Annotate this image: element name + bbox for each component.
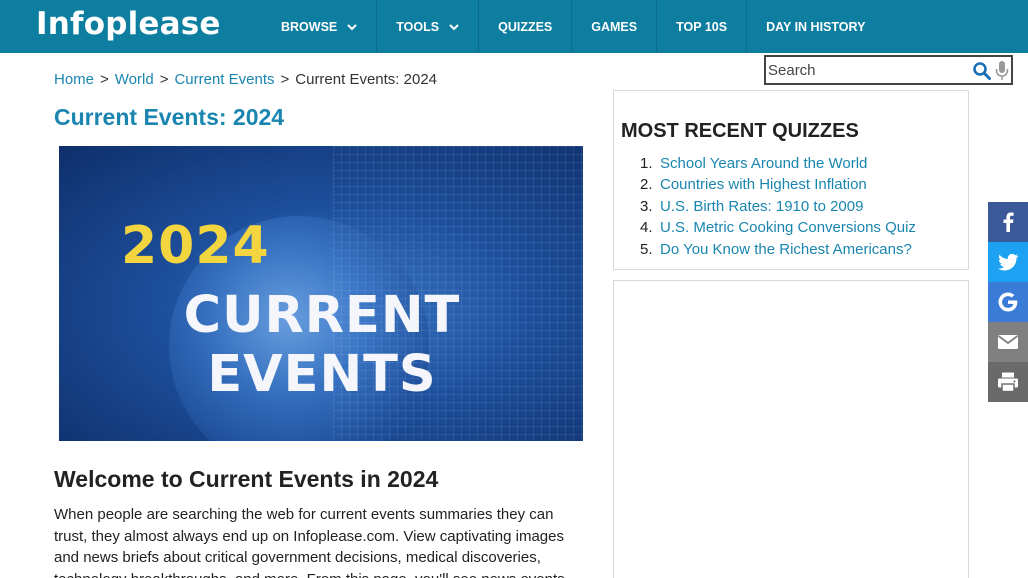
nav-top-10s-label: TOP 10S <box>676 19 728 34</box>
search-input[interactable] <box>768 59 960 81</box>
list-item: 1. School Years Around the World <box>640 153 916 174</box>
hero-headline: CURRENT EVENTS <box>183 286 461 404</box>
chevron-down-icon <box>347 23 357 30</box>
main-nav: BROWSE TOOLS QUIZZES GAMES TOP 10S DAY I… <box>262 0 884 53</box>
page-title: Current Events: 2024 <box>54 104 285 130</box>
quiz-number: 1. <box>640 155 653 172</box>
nav-tools-label: TOOLS <box>396 19 440 34</box>
nav-browse[interactable]: BROWSE <box>262 0 378 53</box>
ad-slot <box>613 280 969 578</box>
quiz-link[interactable]: Do You Know the Richest Americans? <box>660 241 912 258</box>
quiz-number: 3. <box>640 197 653 215</box>
breadcrumb-separator: > <box>100 71 109 88</box>
google-icon <box>998 292 1018 312</box>
magnifier-icon[interactable] <box>972 61 992 81</box>
nav-day-in-history[interactable]: DAY IN HISTORY <box>747 0 884 53</box>
quiz-link[interactable]: U.S. Birth Rates: 1910 to 2009 <box>660 198 863 215</box>
intro-paragraph: When people are searching the web for cu… <box>54 506 565 578</box>
email-icon <box>997 335 1019 349</box>
breadcrumb-home[interactable]: Home <box>54 71 94 88</box>
quiz-link[interactable]: Countries with Highest Inflation <box>660 176 867 193</box>
section-heading: Welcome to Current Events in 2024 <box>54 466 439 492</box>
facebook-icon <box>1003 212 1014 232</box>
list-item: 2. Countries with Highest Inflation <box>640 174 916 195</box>
share-bar <box>988 202 1028 402</box>
quiz-number: 4. <box>640 219 653 237</box>
site-header: Infoplease BROWSE TOOLS QUIZZES GAMES TO… <box>0 0 1028 53</box>
hero-image: 2024 CURRENT EVENTS <box>59 146 583 441</box>
recent-quizzes-heading: MOST RECENT QUIZZES <box>621 120 859 142</box>
share-google-button[interactable] <box>988 282 1028 322</box>
quiz-number: 5. <box>640 240 653 258</box>
nav-browse-label: BROWSE <box>281 19 338 34</box>
list-item: 3. U.S. Birth Rates: 1910 to 2009 <box>640 196 916 217</box>
breadcrumb: Home > World > Current Events > Current Events… <box>54 71 437 88</box>
nav-quizzes[interactable]: QUIZZES <box>479 0 573 53</box>
nav-top-10s[interactable]: TOP 10S <box>657 0 748 53</box>
nav-quizzes-label: QUIZZES <box>498 19 553 34</box>
share-email-button[interactable] <box>988 322 1028 362</box>
microphone-icon[interactable] <box>994 60 1010 82</box>
nav-tools[interactable]: TOOLS <box>377 0 480 53</box>
share-facebook-button[interactable] <box>988 202 1028 242</box>
nav-games[interactable]: GAMES <box>572 0 658 53</box>
list-item: 5. Do You Know the Richest Americans? <box>640 239 916 260</box>
print-icon <box>998 372 1018 393</box>
breadcrumb-world[interactable]: World <box>115 71 154 88</box>
breadcrumb-current-events[interactable]: Current Events <box>174 71 274 88</box>
print-button[interactable] <box>988 362 1028 402</box>
share-twitter-button[interactable] <box>988 242 1028 282</box>
breadcrumb-separator: > <box>159 71 169 88</box>
chevron-down-icon <box>449 23 459 30</box>
quiz-number: 2. <box>640 176 653 194</box>
nav-day-in-history-label: DAY IN HISTORY <box>766 19 866 34</box>
nav-games-label: GAMES <box>591 19 638 34</box>
search-box <box>764 55 1013 85</box>
twitter-icon <box>998 253 1019 271</box>
breadcrumb-separator: > <box>280 71 290 88</box>
site-logo[interactable]: Infoplease <box>36 6 221 42</box>
quiz-link[interactable]: U.S. Metric Cooking Conversions Quiz <box>660 219 916 236</box>
quiz-list: 1. School Years Around the World 2. Countr… <box>640 153 916 260</box>
quiz-link[interactable]: School Years Around the World <box>660 155 867 172</box>
recent-quizzes-panel: MOST RECENT QUIZZES 1. School Years Aroun… <box>613 90 969 270</box>
hero-year: 2024 <box>121 216 270 276</box>
breadcrumb-current-page: Current Events: 2024 <box>295 71 438 88</box>
list-item: 4. U.S. Metric Cooking Conversions Quiz <box>640 217 916 238</box>
